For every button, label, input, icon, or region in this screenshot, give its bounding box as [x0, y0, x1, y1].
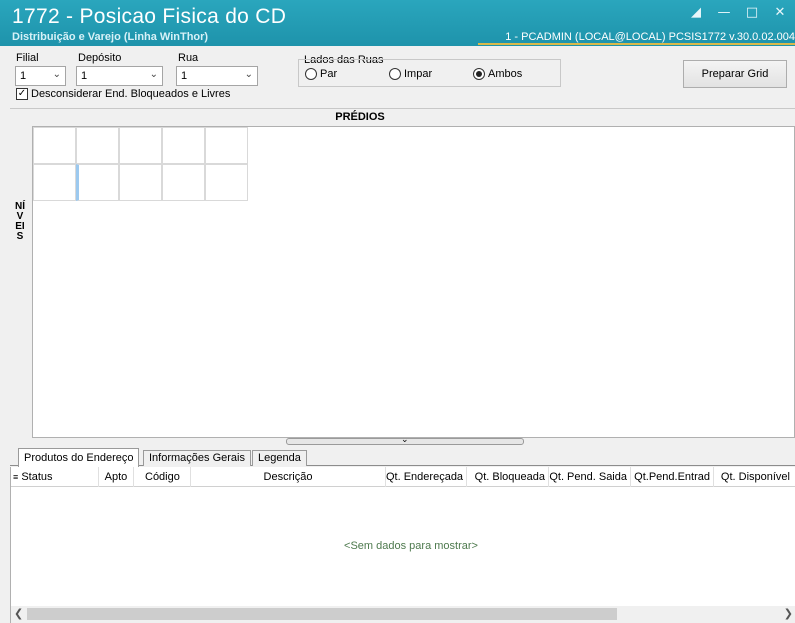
chevron-down-icon: ⌄ — [401, 435, 409, 445]
filial-label: Filial — [16, 52, 39, 64]
table-horizontal-scrollbar[interactable]: ❮ ❯ — [11, 606, 795, 623]
checkmark-icon: ✓ — [16, 88, 28, 100]
empty-message: <Sem dados para mostrar> — [344, 540, 478, 552]
predios-header: PRÉDIOS — [335, 111, 385, 123]
grid-cell[interactable] — [33, 164, 76, 201]
table-header: ≡ Status Apto Código Descrição Qt. Ender… — [11, 467, 795, 487]
grid-cell[interactable] — [119, 164, 162, 201]
radio-indicator — [389, 68, 401, 80]
grid-cell[interactable] — [33, 127, 76, 164]
tab-informacoes-gerais[interactable]: Informações Gerais — [143, 450, 251, 466]
grid-cell[interactable] — [205, 127, 248, 164]
grid-cell[interactable] — [205, 164, 248, 201]
desconsiderar-label: Desconsiderar End. Bloqueados e Livres — [31, 88, 231, 100]
column-qt-enderecada[interactable]: Qt. Endereçada — [386, 467, 467, 487]
column-qt-pend-saida[interactable]: Qt. Pend. Saida — [549, 467, 631, 487]
radio-par-label: Par — [320, 68, 338, 80]
scrollbar-thumb[interactable] — [27, 608, 617, 620]
filial-select[interactable]: 1 ⌄ — [15, 66, 66, 86]
radio-indicator — [305, 68, 317, 80]
rua-label: Rua — [178, 52, 199, 64]
tab-bar: Produtos do Endereço Informações Gerais … — [10, 448, 795, 467]
niveis-header: NÍVEIS — [15, 201, 25, 242]
preparar-grid-label: Preparar Grid — [701, 68, 769, 80]
predios-grid[interactable] — [32, 126, 795, 438]
column-codigo[interactable]: Código — [134, 467, 191, 487]
tab-legenda[interactable]: Legenda — [252, 450, 307, 466]
column-qt-bloqueada[interactable]: Qt. Bloqueada — [467, 467, 549, 487]
rua-select[interactable]: 1 ⌄ — [176, 66, 258, 86]
radio-ambos-label: Ambos — [488, 68, 523, 80]
desconsiderar-checkbox[interactable]: ✓ Desconsiderar End. Bloqueados e Livres — [16, 88, 230, 100]
radio-par[interactable]: Par — [305, 68, 337, 80]
chevron-down-icon: ⌄ — [244, 69, 253, 80]
scroll-right-icon[interactable]: ❯ — [784, 607, 793, 620]
produtos-table: ≡ Status Apto Código Descrição Qt. Ender… — [10, 467, 795, 623]
window-subtitle: Distribuição e Varejo (Linha WinThor) — [12, 31, 209, 43]
grid-cell[interactable] — [119, 127, 162, 164]
radio-impar-label: Impar — [404, 68, 433, 80]
column-qt-disponivel[interactable]: Qt. Disponível — [714, 467, 795, 487]
preparar-grid-button[interactable]: Preparar Grid — [683, 60, 787, 88]
deposito-select[interactable]: 1 ⌄ — [76, 66, 163, 86]
close-icon[interactable]: ✕ — [773, 6, 787, 20]
radio-impar[interactable]: Impar — [389, 68, 432, 80]
predios-grid-panel: PRÉDIOS NÍVEIS ⌄ — [10, 108, 795, 446]
maximize-icon[interactable]: □ — [745, 6, 759, 20]
deposito-label: Depósito — [78, 52, 122, 64]
filter-panel: Filial 1 ⌄ Depósito 1 ⌄ Rua 1 ⌄ Lados da… — [0, 46, 795, 107]
column-status[interactable]: ≡ Status — [11, 467, 99, 487]
grid-cell-selected[interactable] — [76, 164, 119, 201]
connection-info: 1 - PCADMIN (LOCAL@LOCAL) PCSIS1772 v.30… — [505, 31, 795, 43]
column-qt-pend-entrad[interactable]: Qt.Pend.Entrad — [631, 467, 714, 487]
scroll-left-icon[interactable]: ❮ — [14, 607, 23, 620]
grid-cell[interactable] — [76, 127, 119, 164]
chevron-down-icon: ⌄ — [52, 69, 61, 80]
rua-value: 1 — [181, 70, 188, 82]
connection-underline — [478, 43, 795, 45]
grid-cell[interactable] — [162, 127, 205, 164]
window-title: 1772 - Posicao Fisica do CD — [12, 5, 287, 28]
filial-value: 1 — [20, 70, 27, 82]
radio-ambos[interactable]: Ambos — [473, 68, 522, 80]
radio-indicator-selected — [473, 68, 485, 80]
column-apto[interactable]: Apto — [99, 467, 134, 487]
grid-splitter[interactable]: ⌄ — [286, 435, 524, 445]
grid-cell[interactable] — [162, 164, 205, 201]
restore-layout-icon[interactable]: ◢ — [689, 6, 703, 20]
lados-group: Par Impar Ambos — [298, 59, 561, 87]
chevron-down-icon: ⌄ — [149, 69, 158, 80]
tab-produtos-endereco[interactable]: Produtos do Endereço — [18, 448, 140, 467]
title-bar: 1772 - Posicao Fisica do CD Distribuição… — [0, 0, 795, 46]
minimize-icon[interactable]: — — [717, 6, 731, 20]
deposito-value: 1 — [81, 70, 88, 82]
column-chooser-icon[interactable]: ≡ — [13, 472, 18, 482]
column-status-label: Status — [21, 471, 53, 483]
column-descricao[interactable]: Descrição — [191, 467, 386, 487]
